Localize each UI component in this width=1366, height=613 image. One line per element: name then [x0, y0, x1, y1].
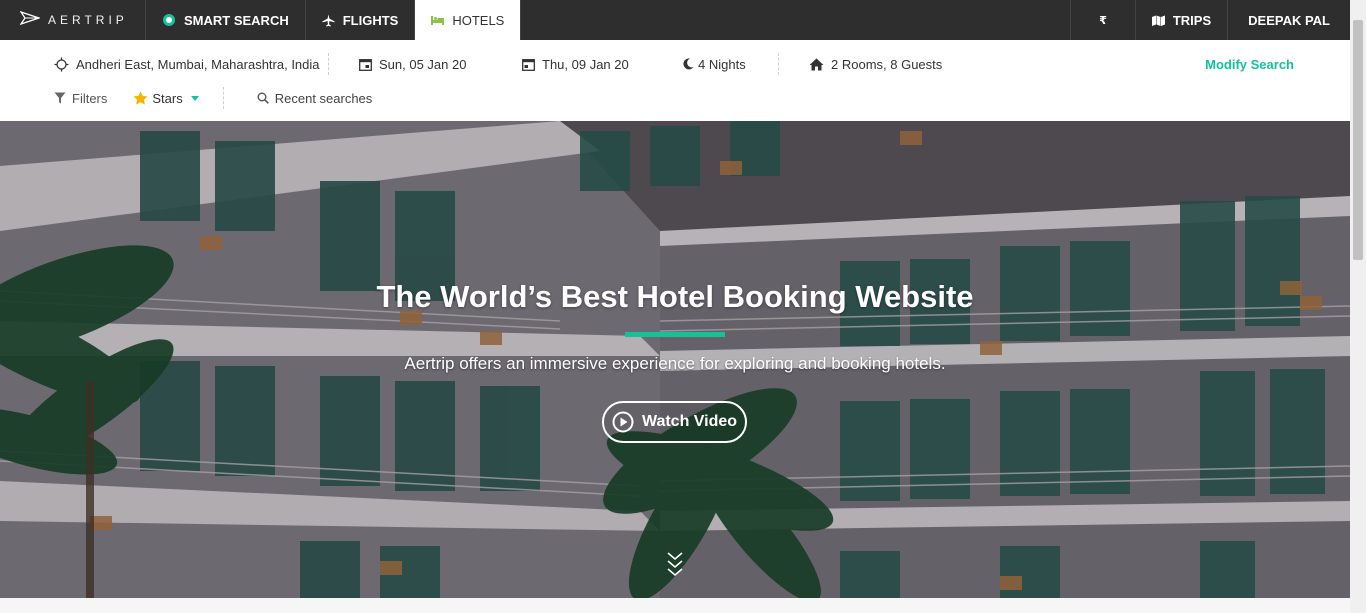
location-target-icon — [54, 57, 69, 72]
stars-dropdown[interactable]: Stars — [133, 90, 199, 106]
user-menu[interactable]: DEEPAK PAL — [1228, 0, 1350, 40]
plane-icon — [322, 13, 335, 27]
search-summary-bar: Andheri East, Mumbai, Maharashtra, India… — [0, 40, 1350, 121]
title-underline — [625, 332, 725, 337]
checkout-date[interactable]: Thu, 09 Jan 20 — [522, 57, 683, 72]
chat-bubble-icon — [162, 13, 176, 27]
search-icon — [257, 92, 269, 104]
trips-link[interactable]: TRIPS — [1136, 0, 1229, 40]
nav-right-group: ₹ TRIPS DEEPAK PAL — [1070, 0, 1350, 40]
location-text: Andheri East, Mumbai, Maharashtra, India — [76, 56, 320, 72]
currency-selector[interactable]: ₹ — [1071, 0, 1136, 40]
scrollbar-thumb[interactable] — [1353, 20, 1363, 260]
funnel-icon — [54, 92, 66, 104]
filters-label: Filters — [72, 90, 108, 106]
user-name: DEEPAK PAL — [1248, 12, 1330, 28]
rooms-guests-text: 2 Rooms, 8 Guests — [831, 56, 943, 72]
moon-icon — [683, 58, 694, 70]
nights-count: 4 Nights — [683, 57, 778, 72]
location-field[interactable]: Andheri East, Mumbai, Maharashtra, India — [54, 57, 328, 72]
chevron-down-icon — [190, 95, 199, 101]
watch-video-label: Watch Video — [641, 413, 738, 430]
checkout-text: Thu, 09 Jan 20 — [542, 56, 629, 72]
rooms-guests-field[interactable]: 2 Rooms, 8 Guests — [809, 57, 942, 72]
hero-subtitle: Aertrip offers an immersive experience f… — [404, 354, 946, 373]
calendar-icon — [359, 58, 372, 71]
scroll-down-icon[interactable] — [665, 551, 685, 584]
tab-label: SMART SEARCH — [184, 12, 289, 28]
watch-video-button[interactable]: Watch Video — [602, 401, 747, 443]
page-below-fold — [0, 598, 1350, 613]
tab-hotels[interactable]: HOTELS — [415, 0, 522, 40]
checkin-date[interactable]: Sun, 05 Jan 20 — [359, 57, 522, 72]
recent-searches-button[interactable]: Recent searches — [257, 90, 373, 106]
bed-icon — [431, 15, 445, 25]
search-summary-row: Andheri East, Mumbai, Maharashtra, India… — [54, 53, 1294, 75]
trips-label: TRIPS — [1172, 12, 1212, 28]
vertical-scrollbar[interactable] — [1350, 0, 1366, 613]
nights-text: 4 Nights — [698, 56, 746, 72]
home-icon — [809, 58, 824, 71]
aertrip-logo[interactable]: AERTRIP — [0, 0, 146, 40]
play-circle-icon — [612, 411, 634, 433]
paper-plane-icon — [19, 10, 42, 30]
star-icon — [133, 91, 148, 105]
map-icon — [1151, 15, 1165, 26]
filters-button[interactable]: Filters — [54, 91, 107, 106]
divider — [778, 53, 779, 75]
calendar-icon — [522, 58, 535, 71]
hero-content: The World’s Best Hotel Booking Website A… — [0, 121, 1350, 598]
stars-label: Stars — [152, 90, 183, 106]
currency-symbol: ₹ — [1099, 14, 1107, 27]
divider — [328, 53, 329, 75]
logo-text: AERTRIP — [48, 13, 128, 27]
top-navigation: AERTRIP SMART SEARCH FLIGHTS HOTELS ₹ TR… — [0, 0, 1350, 40]
tab-smart-search[interactable]: SMART SEARCH — [146, 0, 306, 40]
divider — [222, 87, 224, 109]
modify-search-button[interactable]: Modify Search — [1205, 57, 1294, 72]
hero-banner: The World’s Best Hotel Booking Website A… — [0, 121, 1350, 598]
filter-row: Filters Stars Recent searches — [54, 87, 373, 109]
tab-flights[interactable]: FLIGHTS — [306, 0, 416, 40]
recent-searches-label: Recent searches — [274, 90, 373, 106]
tab-label: FLIGHTS — [342, 12, 399, 28]
tab-label: HOTELS — [452, 12, 505, 28]
checkin-text: Sun, 05 Jan 20 — [379, 56, 467, 72]
hero-title: The World’s Best Hotel Booking Website — [376, 279, 974, 314]
